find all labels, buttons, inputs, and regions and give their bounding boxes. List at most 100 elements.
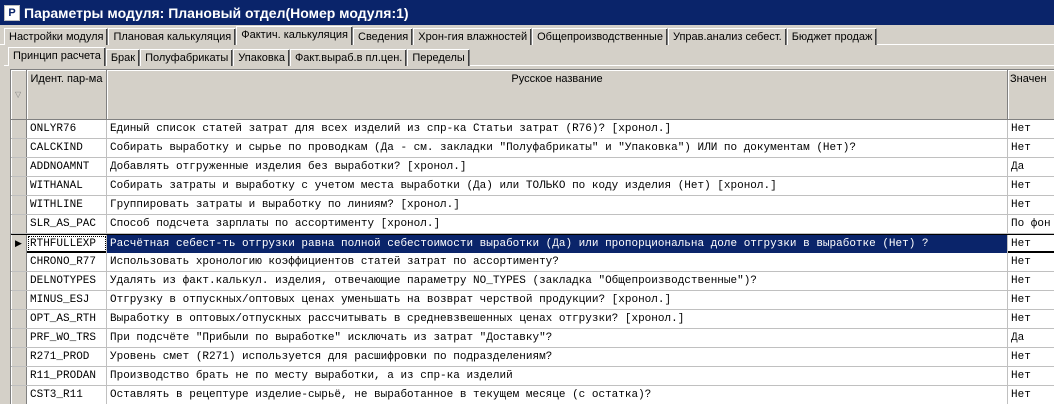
row-indicator[interactable] [11,272,27,290]
header-indicator: ▽ [11,70,27,120]
param-value-cell[interactable]: Нет [1008,348,1054,366]
param-name-cell[interactable]: Способ подсчета зарплаты по ассортименту… [107,215,1008,233]
param-id-cell[interactable]: RTHFULLEXP [27,235,107,253]
tab-humidity-chronology[interactable]: Хрон-гия влажностей [413,28,533,45]
table-row[interactable]: ONLYR76 Единый список статей затрат для в… [11,120,1054,139]
tab-defects[interactable]: Брак [105,49,141,66]
parameters-grid[interactable]: ▽ Идент. пар-ма Русское название Значен … [10,69,1054,404]
tab-module-settings[interactable]: Настройки модуля [4,28,109,45]
header-value[interactable]: Значен [1008,70,1054,120]
param-name-cell[interactable]: Расчётная себест-ть отгрузки равна полно… [107,235,1008,253]
param-name-cell[interactable]: Использовать хронологию коэффициентов ст… [107,253,1008,271]
table-row[interactable]: OPT_AS_RTH Выработку в оптовых/отпускных … [11,310,1054,329]
sort-arrow-icon: ▽ [15,90,22,99]
tab-info[interactable]: Сведения [353,28,414,45]
param-value-cell[interactable]: По фон [1008,215,1054,233]
param-id-cell[interactable]: ADDNOAMNT [27,158,107,176]
table-row[interactable]: CST3_R11 Оставлять в рецептуре изделие-сы… [11,386,1054,404]
tabs-top: Настройки модуля Плановая калькуляция Фа… [4,26,878,45]
table-row[interactable]: R11_PRODAN Производство брать не по месту… [11,367,1054,386]
row-indicator[interactable] [11,120,27,138]
param-name-cell[interactable]: Удалять из факт.калькул. изделия, отвеча… [107,272,1008,290]
tab-overhead[interactable]: Общепроизводственные [532,28,668,45]
tab-redistribution[interactable]: Переделы [407,49,470,66]
row-indicator[interactable] [11,348,27,366]
row-indicator[interactable] [11,329,27,347]
param-value-cell[interactable]: Нет [1008,367,1054,385]
tab-plan-calculation[interactable]: Плановая калькуляция [108,28,237,45]
row-indicator[interactable] [11,139,27,157]
param-id-cell[interactable]: MINUS_ESJ [27,291,107,309]
table-row[interactable]: WITHLINE Группировать затраты и выработку… [11,196,1054,215]
window-titlebar: P Параметры модуля: Плановый отдел(Номер… [0,0,1054,25]
tab-packaging[interactable]: Упаковка [233,49,290,66]
tab-sales-budget[interactable]: Бюджет продаж [786,28,878,45]
param-id-cell[interactable]: WITHLINE [27,196,107,214]
param-id-cell[interactable]: CST3_R11 [27,386,107,404]
tab-cost-analysis[interactable]: Управ.анализ себест. [667,28,787,45]
param-name-cell[interactable]: Оставлять в рецептуре изделие-сырьё, не … [107,386,1008,404]
row-indicator[interactable] [11,386,27,404]
current-row-arrow-icon[interactable]: ▶ [11,235,27,253]
row-indicator[interactable] [11,215,27,233]
param-id-cell[interactable]: ONLYR76 [27,120,107,138]
table-row[interactable]: ▶ RTHFULLEXP Расчётная себест-ть отгрузки … [11,234,1054,253]
param-name-cell[interactable]: При подсчёте "Прибыли по выработке" искл… [107,329,1008,347]
param-name-cell[interactable]: Уровень смет (R271) используется для рас… [107,348,1008,366]
row-indicator[interactable] [11,196,27,214]
tab-semi-products[interactable]: Полуфабрикаты [140,49,234,66]
table-row[interactable]: CHRONO_R77 Использовать хронологию коэффи… [11,253,1054,272]
param-value-cell[interactable]: Нет [1008,386,1054,404]
row-indicator[interactable] [11,158,27,176]
header-name[interactable]: Русское название [107,70,1008,120]
grid-rows: ONLYR76 Единый список статей затрат для в… [11,120,1054,404]
table-row[interactable]: PRF_WO_TRS При подсчёте "Прибыли по выраб… [11,329,1054,348]
row-indicator[interactable] [11,310,27,328]
table-row[interactable]: SLR_AS_PAC Способ подсчета зарплаты по ас… [11,215,1054,234]
param-value-cell[interactable]: Нет [1008,291,1054,309]
param-id-cell[interactable]: R11_PRODAN [27,367,107,385]
param-value-cell[interactable]: Нет [1008,235,1054,253]
row-indicator[interactable] [11,291,27,309]
param-id-cell[interactable]: DELNOTYPES [27,272,107,290]
param-value-cell[interactable]: Нет [1008,177,1054,195]
param-name-cell[interactable]: Собирать затраты и выработку с учетом ме… [107,177,1008,195]
table-row[interactable]: MINUS_ESJ Отгрузку в отпускных/оптовых це… [11,291,1054,310]
param-name-cell[interactable]: Производство брать не по месту выработки… [107,367,1008,385]
param-value-cell[interactable]: Нет [1008,196,1054,214]
table-row[interactable]: DELNOTYPES Удалять из факт.калькул. издел… [11,272,1054,291]
table-row[interactable]: WITHANAL Собирать затраты и выработку с у… [11,177,1054,196]
param-name-cell[interactable]: Единый список статей затрат для всех изд… [107,120,1008,138]
row-indicator[interactable] [11,253,27,271]
tab-calc-principle[interactable]: Принцип расчета [8,47,106,66]
param-value-cell[interactable]: Да [1008,158,1054,176]
param-value-cell[interactable]: Нет [1008,310,1054,328]
param-name-cell[interactable]: Собирать выработку и сырье по проводкам … [107,139,1008,157]
param-id-cell[interactable]: CHRONO_R77 [27,253,107,271]
param-name-cell[interactable]: Группировать затраты и выработку по лини… [107,196,1008,214]
param-id-cell[interactable]: R271_PROD [27,348,107,366]
param-name-cell[interactable]: Выработку в оптовых/отпускных рассчитыва… [107,310,1008,328]
window-title: Параметры модуля: Плановый отдел(Номер м… [24,4,409,21]
param-id-cell[interactable]: CALCKIND [27,139,107,157]
param-id-cell[interactable]: OPT_AS_RTH [27,310,107,328]
param-id-cell[interactable]: PRF_WO_TRS [27,329,107,347]
table-row[interactable]: ADDNOAMNT Добавлять отгруженные изделия б… [11,158,1054,177]
tabs-sub: Принцип расчета Брак Полуфабрикаты Упако… [8,47,470,66]
param-name-cell[interactable]: Добавлять отгруженные изделия без вырабо… [107,158,1008,176]
param-name-cell[interactable]: Отгрузку в отпускных/оптовых ценах умень… [107,291,1008,309]
table-row[interactable]: R271_PROD Уровень смет (R271) используетс… [11,348,1054,367]
row-indicator[interactable] [11,177,27,195]
param-id-cell[interactable]: SLR_AS_PAC [27,215,107,233]
tab-fact-output-plan-prices[interactable]: Факт.выраб.в пл.цен. [289,49,408,66]
header-id[interactable]: Идент. пар-ма [27,70,107,120]
param-id-cell[interactable]: WITHANAL [27,177,107,195]
table-row[interactable]: CALCKIND Собирать выработку и сырье по пр… [11,139,1054,158]
param-value-cell[interactable]: Нет [1008,253,1054,271]
param-value-cell[interactable]: Нет [1008,272,1054,290]
row-indicator[interactable] [11,367,27,385]
param-value-cell[interactable]: Нет [1008,120,1054,138]
tab-fact-calculation[interactable]: Фактич. калькуляция [236,26,353,45]
param-value-cell[interactable]: Нет [1008,139,1054,157]
param-value-cell[interactable]: Да [1008,329,1054,347]
